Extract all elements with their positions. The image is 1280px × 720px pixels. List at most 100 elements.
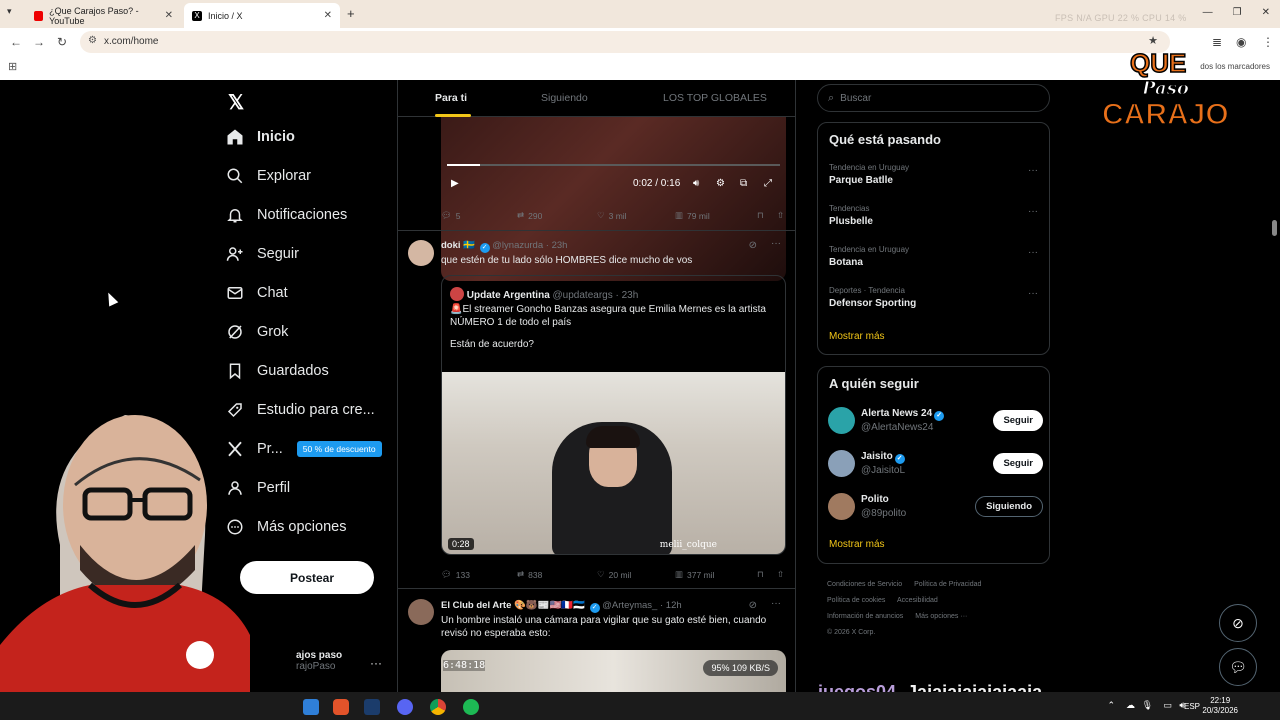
bookmark-button[interactable]: ⊓ xyxy=(757,569,777,580)
more-icon[interactable]: ··· xyxy=(771,238,781,249)
play-icon[interactable]: ▶ xyxy=(451,178,459,189)
follow-suggestion[interactable]: Jaisito ✓ @JaisitoL Seguir xyxy=(828,450,1043,480)
share-button[interactable]: ⇧ xyxy=(777,210,784,221)
messages-fab-button[interactable]: 💬︎ xyxy=(1219,648,1257,686)
tweet-time[interactable]: · 23h xyxy=(546,240,568,251)
close-icon[interactable]: ✕ xyxy=(165,10,173,21)
cloud-icon[interactable]: ☁ xyxy=(1126,700,1135,711)
close-window-icon[interactable]: ✕ xyxy=(1262,7,1270,18)
page-scrollbar[interactable] xyxy=(1272,220,1277,236)
share-button[interactable]: ⇧ xyxy=(777,569,784,580)
nav-notifications[interactable]: Notificaciones xyxy=(226,206,347,224)
search-input[interactable]: ⌕ Buscar xyxy=(817,84,1050,112)
follow-suggestion[interactable]: Alerta News 24 ✓ @AlertaNews24 Seguir xyxy=(828,407,1043,437)
account-switcher[interactable]: ajos paso rajoPaso xyxy=(296,650,342,672)
site-info-icon[interactable]: ⚙ xyxy=(88,35,97,46)
volume-icon[interactable]: 🔊︎ xyxy=(693,178,699,189)
more-icon[interactable]: ··· xyxy=(1028,165,1038,176)
grok-icon[interactable]: ⊘ xyxy=(749,240,757,251)
more-icon[interactable]: ··· xyxy=(1028,247,1038,258)
maximize-icon[interactable]: ❐ xyxy=(1233,7,1242,18)
nav-bookmarks[interactable]: Guardados xyxy=(226,362,329,380)
tweet-time[interactable]: · 12h xyxy=(660,600,682,611)
nav-grok[interactable]: Grok xyxy=(226,323,288,341)
grok-icon[interactable]: ⊘ xyxy=(749,600,757,611)
trend-item[interactable]: Tendencias Plusbelle ··· xyxy=(829,204,1044,227)
more-icon[interactable]: ··· xyxy=(1028,288,1038,299)
nav-chat[interactable]: Chat xyxy=(226,284,288,302)
close-icon[interactable]: ✕ xyxy=(324,10,332,21)
tab-top-global[interactable]: LOS TOP GLOBALES xyxy=(663,92,767,104)
nav-explore[interactable]: Explorar xyxy=(226,167,311,185)
author-handle[interactable]: @lynazurda xyxy=(492,240,543,251)
store-icon[interactable] xyxy=(303,699,319,715)
author-name[interactable]: doki 🇸🇪 xyxy=(441,240,475,251)
tab-x-home[interactable]: X Inicio / X ✕ xyxy=(184,3,340,28)
more-icon[interactable]: ··· xyxy=(771,598,781,609)
apps-grid-icon[interactable]: ⊞ xyxy=(8,60,17,73)
fullscreen-icon[interactable]: ⤢ xyxy=(764,178,772,189)
follow-button[interactable]: Seguir xyxy=(993,410,1043,431)
tab-following[interactable]: Siguiendo xyxy=(541,92,588,104)
trend-item[interactable]: Tendencia en Uruguay Botana ··· xyxy=(829,245,1044,268)
more-icon[interactable]: ··· xyxy=(1028,206,1038,217)
discord-icon[interactable] xyxy=(397,699,413,715)
views-button[interactable]: ▥ 377 mil xyxy=(675,569,757,580)
settings-icon[interactable]: ⚙ xyxy=(716,178,725,189)
author-name[interactable]: El Club del Arte 🎨🐻📰🇺🇸🇫🇷🇪🇪 xyxy=(441,600,585,611)
grok-fab-button[interactable]: ⊘ xyxy=(1219,604,1257,642)
follow-suggestion[interactable]: Polito @89polito Siguiendo xyxy=(828,493,1043,523)
steam-icon[interactable] xyxy=(364,699,380,715)
views-button[interactable]: ▥ 79 mil xyxy=(675,210,757,221)
tab-youtube[interactable]: ¿Que Carajos Paso? - YouTube ✕ xyxy=(26,3,181,28)
language-indicator[interactable]: ESP xyxy=(1184,702,1200,711)
like-button[interactable]: ♡ 3 mil xyxy=(597,210,675,221)
reply-button[interactable]: 💬︎ 133 xyxy=(441,569,517,580)
avatar[interactable] xyxy=(408,240,434,266)
show-more-trends-link[interactable]: Mostrar más xyxy=(829,331,885,342)
extension-icon[interactable]: ◉ xyxy=(1236,35,1246,49)
minimize-icon[interactable]: — xyxy=(1203,7,1213,18)
footer-link-cookies[interactable]: Política de cookies xyxy=(827,597,885,604)
footer-link-privacy[interactable]: Política de Privacidad xyxy=(914,581,981,588)
post-button[interactable]: Postear xyxy=(240,561,374,594)
quoted-tweet[interactable]: Update Argentina @updateargs · 23h 🚨El s… xyxy=(441,275,786,555)
trend-item[interactable]: Deportes · Tendencia Defensor Sporting ·… xyxy=(829,286,1044,309)
trend-item[interactable]: Tendencia en Uruguay Parque Batlle ··· xyxy=(829,163,1044,186)
repost-button[interactable]: ⇄ 290 xyxy=(517,210,597,221)
like-button[interactable]: ♡ 20 mil xyxy=(597,569,675,580)
footer-link-accessibility[interactable]: Accesibilidad xyxy=(897,597,938,604)
show-more-follow-link[interactable]: Mostrar más xyxy=(829,539,885,550)
new-tab-button[interactable]: + xyxy=(347,6,355,21)
quote-video[interactable]: 0:28 melii_colque xyxy=(442,372,785,554)
account-more-icon[interactable]: ··· xyxy=(370,656,382,670)
x-logo-icon[interactable]: 𝕏 xyxy=(228,90,244,115)
footer-link-terms[interactable]: Condiciones de Servicio xyxy=(827,581,902,588)
footer-link-ads-info[interactable]: Información de anuncios xyxy=(827,613,903,620)
spotify-icon[interactable] xyxy=(463,699,479,715)
reload-icon[interactable]: ↻ xyxy=(57,35,67,49)
reply-button[interactable]: 💬︎ 5 xyxy=(441,210,517,221)
picture-in-picture-icon[interactable]: ⧉ xyxy=(740,178,747,189)
tab-search-icon[interactable]: ▾ xyxy=(7,6,12,17)
video-player[interactable]: 6:48:18 95% 109 KB/S xyxy=(441,650,786,692)
nav-home[interactable]: Inicio xyxy=(226,128,295,146)
menu-icon[interactable]: ⋮ xyxy=(1262,35,1274,49)
author-handle[interactable]: @Arteymas_ xyxy=(602,600,657,611)
bookmark-button[interactable]: ⊓ xyxy=(757,210,777,221)
back-icon[interactable]: ← xyxy=(10,35,22,49)
tray-chevron-icon[interactable]: ⌃ xyxy=(1107,700,1115,711)
video-progress-bar[interactable] xyxy=(447,164,780,166)
address-bar[interactable]: ⚙ x.com/home ★ xyxy=(80,31,1170,53)
brave-icon[interactable] xyxy=(333,699,349,715)
footer-link-more[interactable]: Más opciones ··· xyxy=(915,613,967,620)
follow-button[interactable]: Seguir xyxy=(993,453,1043,474)
chrome-icon[interactable] xyxy=(430,699,446,715)
nav-follow[interactable]: Seguir xyxy=(226,245,299,263)
repost-button[interactable]: ⇄ 838 xyxy=(517,569,597,580)
following-button[interactable]: Siguiendo xyxy=(975,496,1043,517)
clock[interactable]: 22:19 20/3/2026 xyxy=(1202,696,1238,716)
forward-icon[interactable]: → xyxy=(33,35,45,49)
avatar[interactable] xyxy=(408,599,434,625)
microphone-icon[interactable]: 🎙︎ xyxy=(1142,700,1153,711)
